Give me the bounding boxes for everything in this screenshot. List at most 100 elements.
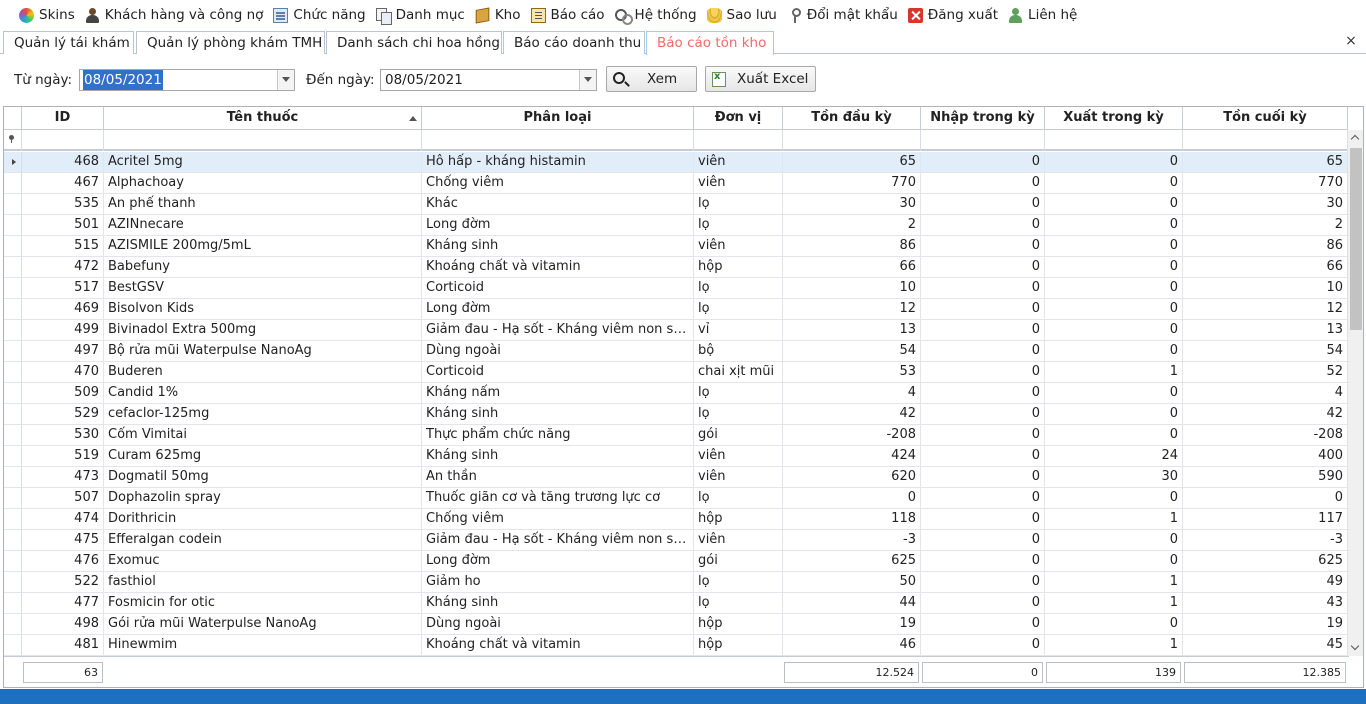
cell-opening-stock[interactable]: 625 (783, 551, 921, 572)
cell-closing-stock[interactable]: 2 (1183, 215, 1348, 236)
cell-category[interactable]: Kháng nấm (422, 383, 694, 404)
cell-id[interactable]: 467 (22, 173, 104, 194)
cell-imported[interactable]: 0 (921, 173, 1045, 194)
cell-imported[interactable]: 0 (921, 194, 1045, 215)
cell-opening-stock[interactable]: 0 (783, 488, 921, 509)
cell-exported[interactable]: 0 (1045, 614, 1183, 635)
cell-imported[interactable]: 0 (921, 488, 1045, 509)
cell-id[interactable]: 481 (22, 635, 104, 656)
cell-exported[interactable]: 1 (1045, 362, 1183, 383)
row-indicator[interactable] (4, 152, 22, 173)
cell-imported[interactable]: 0 (921, 404, 1045, 425)
scroll-up-icon[interactable] (1348, 130, 1363, 147)
row-indicator[interactable] (4, 173, 22, 194)
cell-drug-name[interactable]: AZINnecare (104, 215, 422, 236)
cell-imported[interactable]: 0 (921, 215, 1045, 236)
cell-unit[interactable]: lọ (694, 215, 783, 236)
cell-closing-stock[interactable]: 625 (1183, 551, 1348, 572)
cell-unit[interactable]: hộp (694, 509, 783, 530)
cell-imported[interactable]: 0 (921, 152, 1045, 173)
column-header-unit[interactable]: Đơn vị (694, 107, 783, 130)
cell-id[interactable]: 468 (22, 152, 104, 173)
row-indicator[interactable] (4, 257, 22, 278)
cell-drug-name[interactable]: An phế thanh (104, 194, 422, 215)
table-row[interactable]: 481 Hinewmim Khoáng chất và vitamin hộp 46 0 1… (4, 635, 1349, 656)
cell-category[interactable]: Chống viêm (422, 509, 694, 530)
cell-closing-stock[interactable]: 66 (1183, 257, 1348, 278)
cell-unit[interactable]: lọ (694, 404, 783, 425)
cell-category[interactable]: Long đờm (422, 215, 694, 236)
cell-id[interactable]: 507 (22, 488, 104, 509)
cell-opening-stock[interactable]: -208 (783, 425, 921, 446)
from-date-picker[interactable]: 08/05/2021 (79, 69, 295, 91)
cell-unit[interactable]: hộp (694, 614, 783, 635)
table-row[interactable]: 515 AZISMILE 200mg/5mL Kháng sinh viên 86 0 0 8… (4, 236, 1349, 257)
tab-commission-list[interactable]: Danh sách chi hoa hồng (326, 31, 502, 54)
filter-cell-unit[interactable] (694, 130, 783, 151)
cell-unit[interactable]: gói (694, 425, 783, 446)
cell-imported[interactable]: 0 (921, 341, 1045, 362)
cell-imported[interactable]: 0 (921, 362, 1045, 383)
cell-drug-name[interactable]: Efferalgan codein (104, 530, 422, 551)
cell-exported[interactable]: 0 (1045, 530, 1183, 551)
cell-closing-stock[interactable]: 10 (1183, 278, 1348, 299)
row-indicator[interactable] (4, 362, 22, 383)
cell-exported[interactable]: 0 (1045, 341, 1183, 362)
table-row[interactable]: 470 Buderen Corticoid chai xịt mũi 53 0 1 52 (4, 362, 1349, 383)
row-indicator[interactable] (4, 236, 22, 257)
table-row[interactable]: 474 Dorithricin Chống viêm hộp 118 0 1 117 (4, 509, 1349, 530)
table-row[interactable]: 473 Dogmatil 50mg An thần viên 620 0 30 590 (4, 467, 1349, 488)
cell-id[interactable]: 475 (22, 530, 104, 551)
cell-closing-stock[interactable]: 4 (1183, 383, 1348, 404)
from-date-value[interactable]: 08/05/2021 (83, 70, 163, 90)
cell-imported[interactable]: 0 (921, 635, 1045, 656)
cell-drug-name[interactable]: Candid 1% (104, 383, 422, 404)
cell-drug-name[interactable]: Gói rửa mũi Waterpulse NanoAg (104, 614, 422, 635)
row-indicator[interactable] (4, 299, 22, 320)
cell-opening-stock[interactable]: 12 (783, 299, 921, 320)
cell-exported[interactable]: 1 (1045, 593, 1183, 614)
table-row[interactable]: 517 BestGSV Corticoid lọ 10 0 0 10 (4, 278, 1349, 299)
filter-cell-drug-name[interactable] (104, 130, 422, 151)
row-indicator[interactable] (4, 509, 22, 530)
cell-opening-stock[interactable]: 10 (783, 278, 921, 299)
cell-imported[interactable]: 0 (921, 320, 1045, 341)
table-row[interactable]: 522 fasthiol Giảm ho lọ 50 0 1 49 (4, 572, 1349, 593)
cell-category[interactable]: Dùng ngoài (422, 341, 694, 362)
export-excel-button[interactable]: Xuất Excel (705, 66, 816, 92)
filter-cell-exported[interactable] (1045, 130, 1183, 151)
cell-category[interactable]: Khác (422, 194, 694, 215)
cell-unit[interactable]: hộp (694, 635, 783, 656)
cell-category[interactable]: Giảm ho (422, 572, 694, 593)
cell-category[interactable]: Dùng ngoài (422, 614, 694, 635)
cell-unit[interactable]: viên (694, 152, 783, 173)
cell-category[interactable]: Chống viêm (422, 173, 694, 194)
cell-id[interactable]: 470 (22, 362, 104, 383)
cell-drug-name[interactable]: Alphachoay (104, 173, 422, 194)
cell-unit[interactable]: vỉ (694, 320, 783, 341)
cell-unit[interactable]: lọ (694, 383, 783, 404)
cell-closing-stock[interactable]: 590 (1183, 467, 1348, 488)
menu-customers[interactable]: Khách hàng và công nợ (82, 0, 271, 30)
cell-exported[interactable]: 0 (1045, 425, 1183, 446)
cell-unit[interactable]: viên (694, 446, 783, 467)
table-row[interactable]: 530 Cốm Vimitai Thực phẩm chức năng gói -208… (4, 425, 1349, 446)
cell-drug-name[interactable]: Hinewmim (104, 635, 422, 656)
cell-imported[interactable]: 0 (921, 278, 1045, 299)
cell-category[interactable]: Khoáng chất và vitamin (422, 635, 694, 656)
tab-inventory-report[interactable]: Báo cáo tồn kho (646, 31, 774, 55)
cell-closing-stock[interactable]: 400 (1183, 446, 1348, 467)
filter-cell-category[interactable] (422, 130, 694, 151)
cell-closing-stock[interactable]: 770 (1183, 173, 1348, 194)
cell-exported[interactable]: 0 (1045, 488, 1183, 509)
cell-drug-name[interactable]: Bisolvon Kids (104, 299, 422, 320)
table-row[interactable]: 467 Alphachoay Chống viêm viên 770 0 0 770 (4, 173, 1349, 194)
cell-drug-name[interactable]: Exomuc (104, 551, 422, 572)
cell-opening-stock[interactable]: 42 (783, 404, 921, 425)
cell-id[interactable]: 535 (22, 194, 104, 215)
cell-category[interactable]: Kháng sinh (422, 236, 694, 257)
cell-unit[interactable]: viên (694, 530, 783, 551)
cell-exported[interactable]: 0 (1045, 215, 1183, 236)
cell-drug-name[interactable]: Curam 625mg (104, 446, 422, 467)
table-row[interactable]: 535 An phế thanh Khác lọ 30 0 0 30 (4, 194, 1349, 215)
